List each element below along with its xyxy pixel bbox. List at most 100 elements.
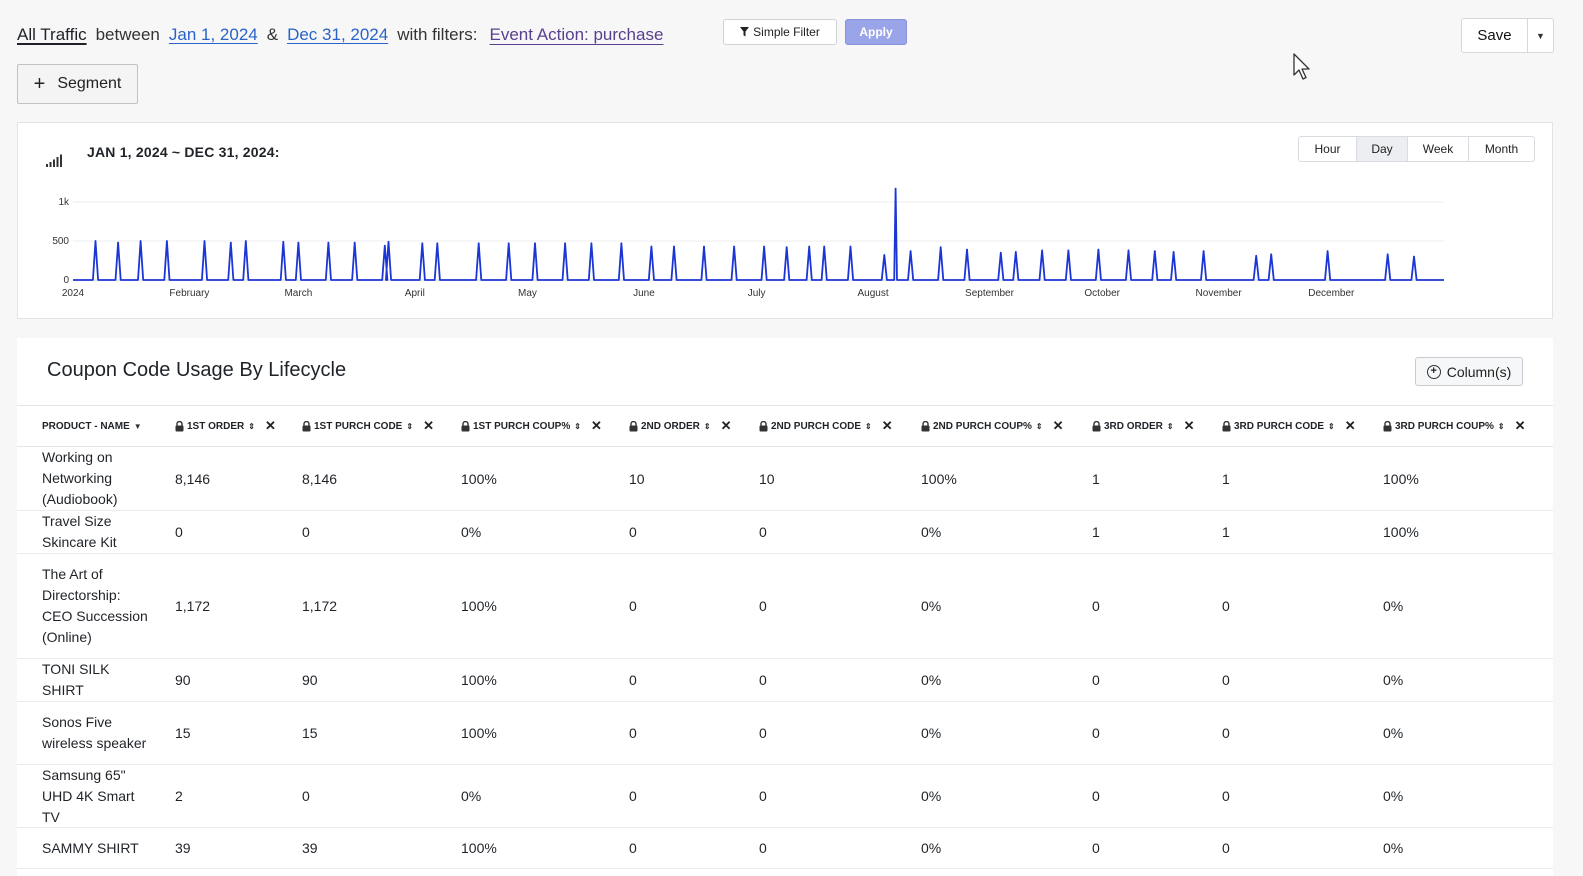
table-cell: 0 xyxy=(1092,598,1100,614)
x-tick-label: April xyxy=(405,288,425,299)
data-point xyxy=(1000,251,1002,254)
remove-column-icon[interactable]: ✕ xyxy=(882,418,893,434)
sort-icon[interactable]: ⇕ xyxy=(1167,422,1174,431)
column-header[interactable]: 3RD PURCH CODE ⇕ ✕ xyxy=(1222,406,1356,446)
remove-column-icon[interactable]: ✕ xyxy=(1184,418,1195,434)
data-point xyxy=(1015,251,1017,253)
data-point xyxy=(564,242,566,245)
add-columns-button[interactable]: + Column(s) xyxy=(1415,357,1523,386)
product-name-cell: SAMMY SHIRT xyxy=(42,839,139,856)
data-point xyxy=(166,240,168,242)
simple-filter-button[interactable]: Simple Filter xyxy=(723,19,837,45)
table-cell: 100% xyxy=(461,725,497,741)
end-date-link[interactable]: Dec 31, 2024 xyxy=(287,25,388,45)
traffic-line-chart: 0 500 1k 2024 February March April May June July A… xyxy=(52,187,1444,299)
column-header-label: 1ST PURCH COUP% xyxy=(473,420,571,432)
table-cell: 1 xyxy=(1222,524,1230,540)
table-cell: 1 xyxy=(1092,470,1100,487)
column-header[interactable]: 1ST ORDER ⇕ ✕ xyxy=(175,406,276,446)
table-cell: 90 xyxy=(175,672,191,688)
data-point xyxy=(849,245,852,248)
start-date-link[interactable]: Jan 1, 2024 xyxy=(169,25,258,45)
table-cell: 0 xyxy=(759,598,767,614)
x-tick-label: December xyxy=(1308,288,1355,299)
table-cell: 0 xyxy=(175,524,183,540)
data-point xyxy=(1255,255,1257,257)
remove-column-icon[interactable]: ✕ xyxy=(1515,418,1526,434)
filter-icon xyxy=(740,27,750,37)
y-tick-label: 0 xyxy=(63,275,69,286)
sort-icon[interactable]: ⇕ xyxy=(574,422,581,431)
data-point xyxy=(939,246,942,248)
x-tick-label: July xyxy=(748,288,766,299)
data-point xyxy=(203,240,206,242)
simple-filter-label: Simple Filter xyxy=(753,25,820,39)
table-row: SAMMY SHIRT 39 39 100% 0 0 0% 0 0 0% xyxy=(17,828,1553,869)
table-cell: 0 xyxy=(759,672,767,688)
table-cell: 0% xyxy=(921,524,942,540)
data-point xyxy=(387,241,390,243)
table-cell: 39 xyxy=(302,840,318,856)
save-options-dropdown[interactable]: ▼ xyxy=(1528,19,1553,52)
table-cell: 100% xyxy=(1383,524,1419,540)
sort-icon[interactable]: ⇕ xyxy=(704,422,711,431)
remove-column-icon[interactable]: ✕ xyxy=(1345,418,1356,434)
table-row: Travel Size Skincare Kit 0 0 0% 0 0 0% 1 1 100% xyxy=(17,511,1553,554)
remove-column-icon[interactable]: ✕ xyxy=(265,418,276,434)
x-tick-label: August xyxy=(857,288,888,299)
sort-icon[interactable]: ⇕ xyxy=(1036,422,1043,431)
column-header[interactable]: 2ND PURCH COUP% ⇕ ✕ xyxy=(921,406,1064,446)
report-filter-bar: All Traffic between Jan 1, 2024 & Dec 31… xyxy=(17,22,663,48)
sort-icon[interactable]: ⇕ xyxy=(248,422,255,431)
column-header[interactable]: 1ST PURCH COUP% ⇕ ✕ xyxy=(461,406,602,446)
table-cell: 0 xyxy=(629,840,637,856)
column-header-label: 3RD PURCH CODE xyxy=(1234,420,1325,432)
data-point xyxy=(507,242,510,245)
data-point xyxy=(883,254,886,256)
table-cell: 0% xyxy=(1383,788,1404,804)
table-cell: 100% xyxy=(461,672,497,688)
column-header-product-name[interactable]: PRODUCT - NAME ▼ xyxy=(42,406,142,446)
remove-column-icon[interactable]: ✕ xyxy=(591,418,602,434)
table-row: The Art of Directorship: CEO Succession … xyxy=(17,554,1553,659)
table-cell: 0 xyxy=(629,524,637,540)
table-cell: 8,146 xyxy=(302,470,338,487)
lock-icon xyxy=(759,420,768,432)
data-point xyxy=(808,245,810,248)
column-header-label: 2ND PURCH COUP% xyxy=(933,420,1032,432)
column-header[interactable]: 1ST PURCH CODE ⇕ ✕ xyxy=(302,406,434,446)
data-point xyxy=(966,248,968,251)
remove-column-icon[interactable]: ✕ xyxy=(423,418,434,434)
column-header[interactable]: 2ND ORDER ⇕ ✕ xyxy=(629,406,732,446)
product-name-cell: The Art of Directorship: CEO Succession … xyxy=(42,566,148,645)
save-button[interactable]: Save xyxy=(1462,19,1528,52)
table-cell: 0 xyxy=(629,672,637,688)
sort-icon[interactable]: ⇕ xyxy=(865,422,872,431)
remove-column-icon[interactable]: ✕ xyxy=(1053,418,1064,434)
data-point xyxy=(436,242,439,245)
sort-icon[interactable]: ⇕ xyxy=(1328,422,1335,431)
x-tick-label: September xyxy=(965,288,1015,299)
apply-button[interactable]: Apply xyxy=(845,19,907,45)
add-segment-button[interactable]: + Segment xyxy=(17,64,138,104)
data-point xyxy=(1386,253,1389,256)
column-header-label: 1ST ORDER xyxy=(187,420,245,432)
column-header[interactable]: 2ND PURCH CODE ⇕ ✕ xyxy=(759,406,893,446)
column-header[interactable]: 3RD ORDER ⇕ ✕ xyxy=(1092,406,1195,446)
table-cell: 0 xyxy=(629,788,637,804)
column-header[interactable]: 3RD PURCH COUP% ⇕ ✕ xyxy=(1383,406,1526,446)
remove-column-icon[interactable]: ✕ xyxy=(721,418,732,434)
data-point xyxy=(785,246,788,248)
lock-icon xyxy=(461,420,470,432)
segment-selector[interactable]: All Traffic xyxy=(17,25,87,45)
product-name-cell: TONI SILK SHIRT xyxy=(42,661,110,698)
sort-icon[interactable]: ⇕ xyxy=(406,422,413,431)
table-cell: 0 xyxy=(1092,788,1100,804)
save-button-group: Save ▼ xyxy=(1461,18,1554,53)
column-header-label: 3RD ORDER xyxy=(1104,420,1163,432)
column-header-label: 2ND ORDER xyxy=(641,420,700,432)
filter-value-link[interactable]: Event Action: purchase xyxy=(490,25,664,45)
data-point xyxy=(909,250,912,252)
sort-icon[interactable]: ⇕ xyxy=(1498,422,1505,431)
table-cell: 0% xyxy=(1383,672,1404,688)
